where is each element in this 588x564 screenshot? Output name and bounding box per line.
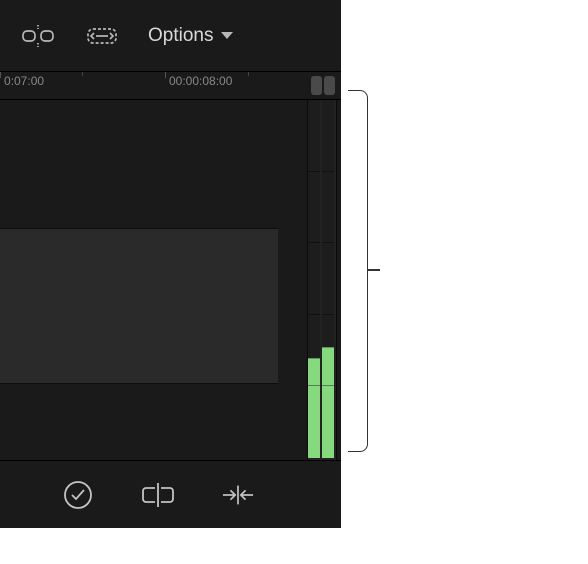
meter-right-channel [322, 100, 334, 458]
meter-left-fill [308, 358, 320, 458]
trim-arrows-icon [222, 484, 254, 506]
callout-bracket-tip [368, 269, 380, 271]
ruler-minor-tick [248, 72, 249, 76]
approve-button[interactable] [62, 479, 94, 511]
options-label: Options [148, 25, 213, 47]
chevron-down-icon [221, 32, 233, 39]
timeline-body[interactable] [0, 100, 341, 460]
meter-left-channel [308, 100, 320, 458]
checkmark-circle-icon [63, 480, 93, 510]
ruler-tick: 00:00:08:00 [165, 72, 232, 86]
callout-bracket [348, 90, 368, 452]
range-tool-icon [86, 25, 118, 47]
ruler-tick: 0:07:00 [0, 72, 44, 86]
editor-panel: Options 0:07:00 00:00:08:00 [0, 0, 341, 528]
position-tool-button[interactable] [16, 14, 60, 58]
bottom-toolbar [0, 460, 341, 528]
trim-button[interactable] [222, 479, 254, 511]
ruler-minor-tick [82, 72, 83, 76]
timeline-ruler[interactable]: 0:07:00 00:00:08:00 [0, 72, 341, 100]
range-tool-button[interactable] [80, 14, 124, 58]
top-toolbar: Options [0, 0, 341, 72]
clip-track[interactable] [0, 228, 278, 384]
split-button[interactable] [142, 479, 174, 511]
split-clip-icon [142, 481, 174, 509]
meter-right-fill [322, 347, 334, 458]
options-dropdown[interactable]: Options [148, 25, 233, 47]
playhead-indicator[interactable] [311, 76, 335, 95]
audio-level-meter [307, 100, 337, 460]
position-tool-icon [21, 25, 55, 47]
